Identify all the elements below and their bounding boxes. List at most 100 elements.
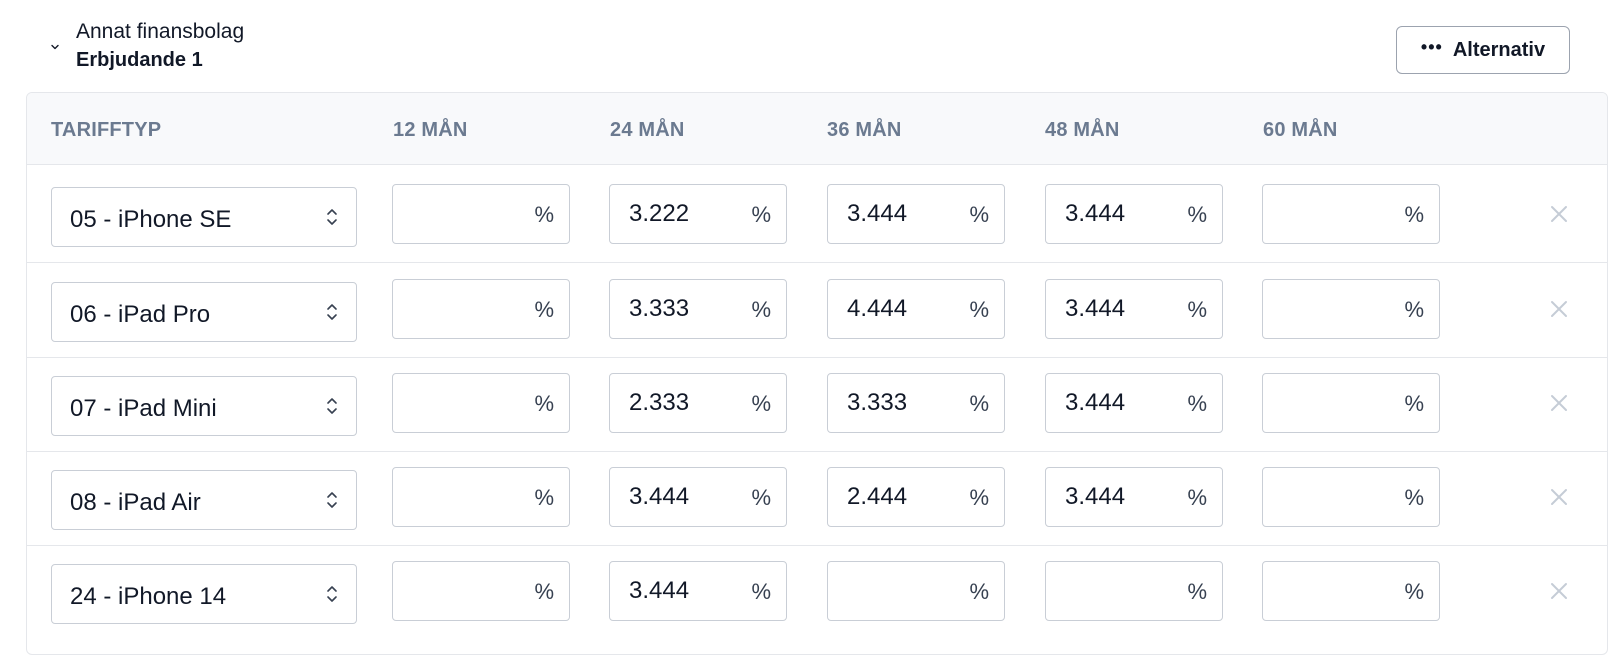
- rate-input-24[interactable]: [610, 374, 740, 432]
- column-header-12: 12 MÅN: [393, 119, 468, 141]
- ellipsis-icon: •••: [1420, 37, 1443, 57]
- rate-field-36[interactable]: %: [827, 467, 1005, 527]
- rate-field-24[interactable]: %: [609, 561, 787, 621]
- table-row: 06 - iPad Pro%%%%%: [27, 260, 1607, 358]
- rate-field-36[interactable]: %: [827, 279, 1005, 339]
- rate-field-12[interactable]: %: [392, 373, 570, 433]
- tariff-select-value: 06 - iPad Pro: [70, 301, 211, 328]
- percent-suffix: %: [534, 202, 554, 227]
- rate-field-60[interactable]: %: [1262, 561, 1440, 621]
- rate-input-36[interactable]: [828, 562, 958, 620]
- rate-input-60[interactable]: [1263, 562, 1393, 620]
- rate-field-60[interactable]: %: [1262, 373, 1440, 433]
- rate-input-48[interactable]: [1046, 562, 1176, 620]
- rate-field-60[interactable]: %: [1262, 467, 1440, 527]
- percent-suffix: %: [534, 485, 554, 510]
- rate-input-24[interactable]: [610, 468, 740, 526]
- rate-field-60[interactable]: %: [1262, 279, 1440, 339]
- rate-field-48[interactable]: %: [1045, 561, 1223, 621]
- rate-field-12[interactable]: %: [392, 184, 570, 244]
- remove-row-button[interactable]: [1547, 485, 1571, 509]
- rate-input-36[interactable]: [828, 185, 958, 243]
- percent-suffix: %: [1187, 579, 1207, 604]
- close-icon: [1549, 581, 1569, 601]
- percent-suffix: %: [969, 202, 989, 227]
- close-icon: [1549, 204, 1569, 224]
- percent-suffix: %: [1404, 202, 1424, 227]
- rate-input-48[interactable]: [1046, 374, 1176, 432]
- rate-field-36[interactable]: %: [827, 184, 1005, 244]
- rate-field-36[interactable]: %: [827, 373, 1005, 433]
- rate-field-36[interactable]: %: [827, 561, 1005, 621]
- column-header-60: 60 MÅN: [1263, 119, 1338, 141]
- rate-input-36[interactable]: [828, 468, 958, 526]
- rate-input-12[interactable]: [393, 468, 523, 526]
- table-header: TARIFFTYP 12 MÅN 24 MÅN 36 MÅN 48 MÅN 60…: [27, 93, 1607, 165]
- rate-input-24[interactable]: [610, 280, 740, 338]
- rate-field-24[interactable]: %: [609, 184, 787, 244]
- percent-suffix: %: [1187, 391, 1207, 416]
- percent-suffix: %: [969, 391, 989, 416]
- rate-field-24[interactable]: %: [609, 467, 787, 527]
- percent-suffix: %: [969, 297, 989, 322]
- close-icon: [1549, 487, 1569, 507]
- rate-field-24[interactable]: %: [609, 279, 787, 339]
- rate-input-36[interactable]: [828, 280, 958, 338]
- remove-row-button[interactable]: [1547, 391, 1571, 415]
- rate-input-60[interactable]: [1263, 468, 1393, 526]
- rate-input-60[interactable]: [1263, 280, 1393, 338]
- rate-input-12[interactable]: [393, 185, 523, 243]
- rate-field-48[interactable]: %: [1045, 467, 1223, 527]
- percent-suffix: %: [969, 579, 989, 604]
- rate-input-12[interactable]: [393, 280, 523, 338]
- percent-suffix: %: [534, 579, 554, 604]
- rate-field-48[interactable]: %: [1045, 373, 1223, 433]
- percent-suffix: %: [1187, 297, 1207, 322]
- rate-input-60[interactable]: [1263, 374, 1393, 432]
- rate-input-48[interactable]: [1046, 280, 1176, 338]
- percent-suffix: %: [1187, 485, 1207, 510]
- tariff-select[interactable]: 05 - iPhone SE: [51, 187, 357, 247]
- chevron-down-icon[interactable]: [48, 40, 62, 54]
- rate-field-12[interactable]: %: [392, 467, 570, 527]
- rate-input-48[interactable]: [1046, 468, 1176, 526]
- options-button-label: Alternativ: [1452, 38, 1546, 61]
- tariff-select-value: 08 - iPad Air: [70, 489, 201, 516]
- rate-field-48[interactable]: %: [1045, 279, 1223, 339]
- percent-suffix: %: [1404, 297, 1424, 322]
- rate-input-24[interactable]: [610, 185, 740, 243]
- rate-field-12[interactable]: %: [392, 279, 570, 339]
- column-header-24: 24 MÅN: [610, 119, 685, 141]
- table-row: 08 - iPad Air%%%%%: [27, 448, 1607, 546]
- rate-field-48[interactable]: %: [1045, 184, 1223, 244]
- rate-input-48[interactable]: [1046, 185, 1176, 243]
- percent-suffix: %: [534, 391, 554, 416]
- rate-field-24[interactable]: %: [609, 373, 787, 433]
- lender-name: Annat finansbolag: [76, 20, 245, 43]
- percent-suffix: %: [534, 297, 554, 322]
- table-row: 24 - iPhone 14%%%%%: [27, 542, 1607, 640]
- remove-row-button[interactable]: [1547, 202, 1571, 226]
- remove-row-button[interactable]: [1547, 579, 1571, 603]
- percent-suffix: %: [751, 485, 771, 510]
- percent-suffix: %: [751, 297, 771, 322]
- close-icon: [1549, 299, 1569, 319]
- column-header-tariff: TARIFFTYP: [51, 119, 162, 141]
- remove-row-button[interactable]: [1547, 297, 1571, 321]
- percent-suffix: %: [751, 391, 771, 416]
- tariff-select-value: 24 - iPhone 14: [70, 583, 227, 610]
- close-icon: [1549, 393, 1569, 413]
- percent-suffix: %: [1187, 202, 1207, 227]
- rate-field-12[interactable]: %: [392, 561, 570, 621]
- rate-input-36[interactable]: [828, 374, 958, 432]
- options-button[interactable]: ••• Alternativ: [1396, 26, 1570, 74]
- rate-input-60[interactable]: [1263, 185, 1393, 243]
- tariff-select[interactable]: 24 - iPhone 14: [51, 564, 357, 624]
- tariff-select[interactable]: 07 - iPad Mini: [51, 376, 357, 436]
- tariff-select[interactable]: 08 - iPad Air: [51, 470, 357, 530]
- rate-input-12[interactable]: [393, 562, 523, 620]
- rate-input-12[interactable]: [393, 374, 523, 432]
- rate-input-24[interactable]: [610, 562, 740, 620]
- tariff-select[interactable]: 06 - iPad Pro: [51, 282, 357, 342]
- rate-field-60[interactable]: %: [1262, 184, 1440, 244]
